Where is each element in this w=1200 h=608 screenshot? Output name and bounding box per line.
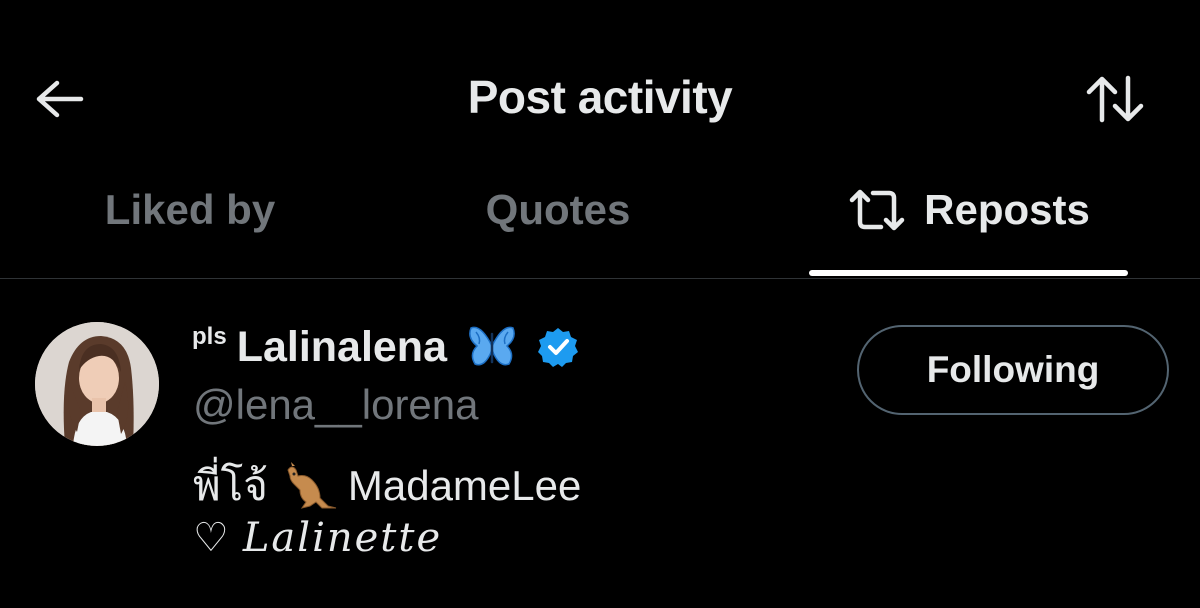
bio-line: พี่โจ้ MadameLee xyxy=(193,453,581,519)
avatar[interactable] xyxy=(35,322,159,446)
tab-quotes[interactable]: Quotes xyxy=(408,156,708,264)
bio-fancy-text: Lalinette xyxy=(243,515,442,561)
name-prefix: pls xyxy=(192,323,227,351)
user-handle: @lena__lorena xyxy=(193,381,479,429)
bio-thai-text: พี่โจ้ xyxy=(193,453,268,519)
tab-label: Reposts xyxy=(924,186,1090,234)
heart-outline-text: ♡ xyxy=(193,515,229,561)
kangaroo-icon xyxy=(280,462,340,510)
tab-label: Liked by xyxy=(105,186,275,234)
tab-label: Quotes xyxy=(486,186,631,234)
bio-line: ♡ Lalinette xyxy=(193,515,442,561)
repost-icon xyxy=(848,189,906,231)
following-button[interactable]: Following xyxy=(857,325,1169,415)
back-button[interactable] xyxy=(30,72,88,130)
display-name: Lalinalena xyxy=(237,323,447,372)
active-tab-indicator xyxy=(809,270,1128,276)
list-item[interactable]: pls Lalinalena @lena__lorena พี่โจ้ xyxy=(0,279,1200,608)
page-title: Post activity xyxy=(0,70,1200,124)
tab-reposts[interactable]: Reposts xyxy=(810,156,1128,264)
arrow-left-icon xyxy=(33,79,85,124)
verified-badge-icon xyxy=(537,326,579,368)
activity-tabs: Liked by Quotes Reposts xyxy=(0,170,1200,279)
sort-arrows-icon xyxy=(1084,74,1146,129)
bio-text: MadameLee xyxy=(348,462,581,510)
tab-liked-by[interactable]: Liked by xyxy=(40,156,340,264)
butterfly-icon xyxy=(467,324,517,370)
user-name-line[interactable]: pls Lalinalena xyxy=(192,319,579,375)
sort-button[interactable] xyxy=(1082,70,1148,132)
